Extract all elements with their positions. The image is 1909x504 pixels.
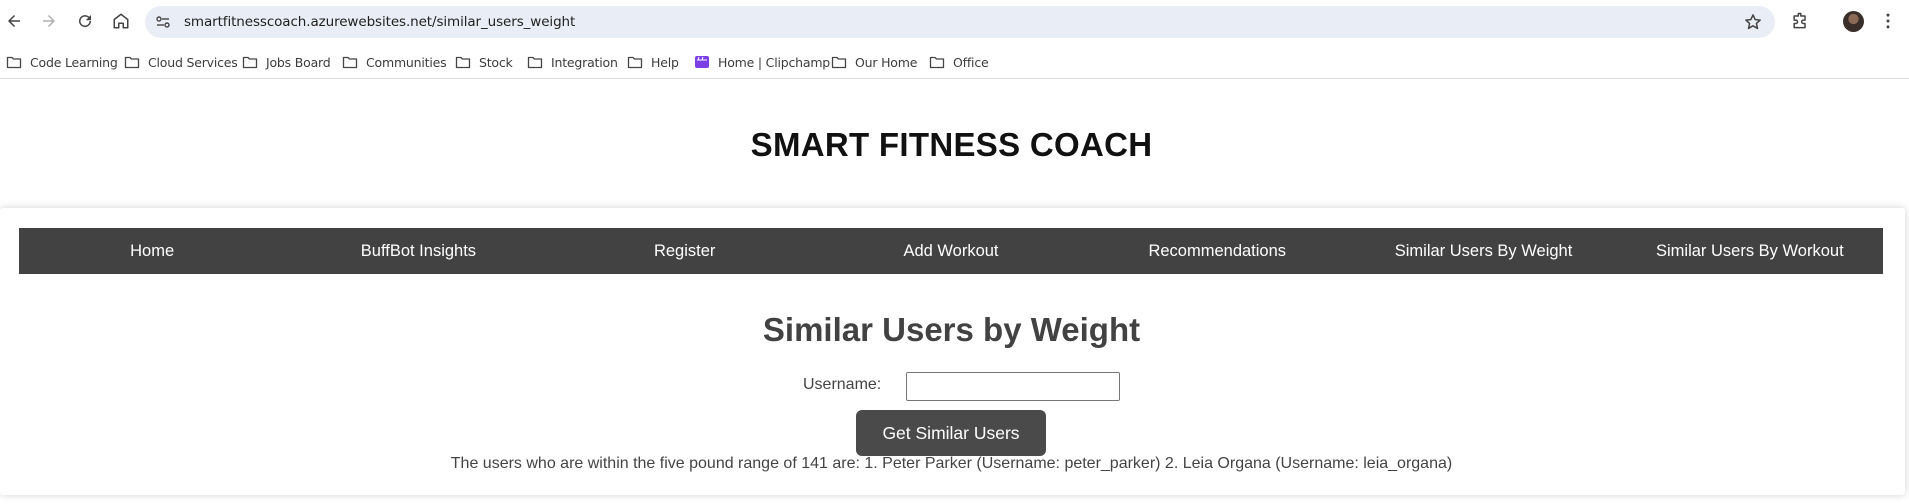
- menu-kebab-icon[interactable]: [1876, 9, 1900, 33]
- main-navbar: Home BuffBot Insights Register Add Worko…: [19, 228, 1883, 274]
- forward-icon[interactable]: [35, 7, 63, 35]
- bookmark-label: Code Learning: [30, 54, 118, 70]
- bookmark-label: Integration: [551, 54, 618, 70]
- bookmark-label: Office: [953, 54, 989, 70]
- nav-recommendations[interactable]: Recommendations: [1084, 228, 1350, 274]
- clipchamp-icon: [695, 56, 709, 68]
- page-heading: Similar Users by Weight: [762, 311, 1141, 348]
- folder-icon: [831, 56, 847, 69]
- folder-icon: [6, 56, 22, 69]
- get-similar-users-button[interactable]: Get Similar Users: [856, 410, 1046, 456]
- folder-icon: [929, 56, 945, 69]
- bookmark-item[interactable]: Stock: [455, 53, 513, 71]
- bookmark-label: Home | Clipchamp: [718, 54, 831, 70]
- bookmark-label: Help: [651, 54, 679, 70]
- bookmark-item[interactable]: Our Home: [831, 53, 917, 71]
- result-text: The users who are within the five pound …: [450, 455, 1453, 472]
- nav-add-workout[interactable]: Add Workout: [818, 228, 1084, 274]
- nav-similar-users-by-workout[interactable]: Similar Users By Workout: [1617, 228, 1883, 274]
- extensions-icon[interactable]: [1788, 9, 1812, 33]
- browser-toolbar: smartfitnesscoach.azurewebsites.net/simi…: [0, 0, 1909, 44]
- folder-icon: [242, 56, 258, 69]
- reload-icon[interactable]: [71, 7, 99, 35]
- nav-buffbot-insights[interactable]: BuffBot Insights: [285, 228, 551, 274]
- bookmark-item[interactable]: Integration: [527, 53, 618, 71]
- bookmark-item[interactable]: Jobs Board: [242, 53, 331, 71]
- nav-home[interactable]: Home: [19, 228, 285, 274]
- site-info-icon[interactable]: [155, 14, 171, 30]
- bookmark-label: Cloud Services: [148, 54, 238, 70]
- bookmark-label: Stock: [479, 54, 513, 70]
- bookmark-item[interactable]: Home | Clipchamp: [694, 53, 830, 71]
- folder-icon: [124, 56, 140, 69]
- bookmark-label: Jobs Board: [266, 54, 331, 70]
- site-header: SMART FITNESS COACH: [0, 80, 1909, 208]
- bookmark-item[interactable]: Cloud Services: [124, 53, 238, 71]
- bookmark-item[interactable]: Code Learning: [6, 53, 118, 71]
- bookmark-label: Communities: [366, 54, 447, 70]
- bookmark-item[interactable]: Help: [627, 53, 679, 71]
- folder-icon: [527, 56, 543, 69]
- username-label: Username:: [803, 376, 882, 393]
- nav-register[interactable]: Register: [552, 228, 818, 274]
- back-icon[interactable]: [0, 7, 28, 35]
- bookmark-label: Our Home: [855, 54, 918, 70]
- url-text[interactable]: smartfitnesscoach.azurewebsites.net/simi…: [184, 6, 575, 38]
- site-title: SMART FITNESS COACH: [750, 126, 1153, 163]
- folder-icon: [455, 56, 471, 69]
- bookmarks-bar: Code Learning Cloud Services Jobs Board Com…: [0, 44, 1909, 79]
- username-input[interactable]: [906, 372, 1120, 401]
- bookmark-star-icon[interactable]: [1743, 12, 1763, 32]
- bookmark-item[interactable]: Office: [929, 53, 989, 71]
- bookmark-item[interactable]: Communities: [342, 53, 447, 71]
- nav-similar-users-by-weight[interactable]: Similar Users By Weight: [1350, 228, 1616, 274]
- address-bar[interactable]: smartfitnesscoach.azurewebsites.net/simi…: [145, 6, 1775, 38]
- folder-icon: [627, 56, 643, 69]
- folder-icon: [342, 56, 358, 69]
- profile-avatar[interactable]: [1843, 11, 1864, 32]
- home-icon[interactable]: [107, 7, 135, 35]
